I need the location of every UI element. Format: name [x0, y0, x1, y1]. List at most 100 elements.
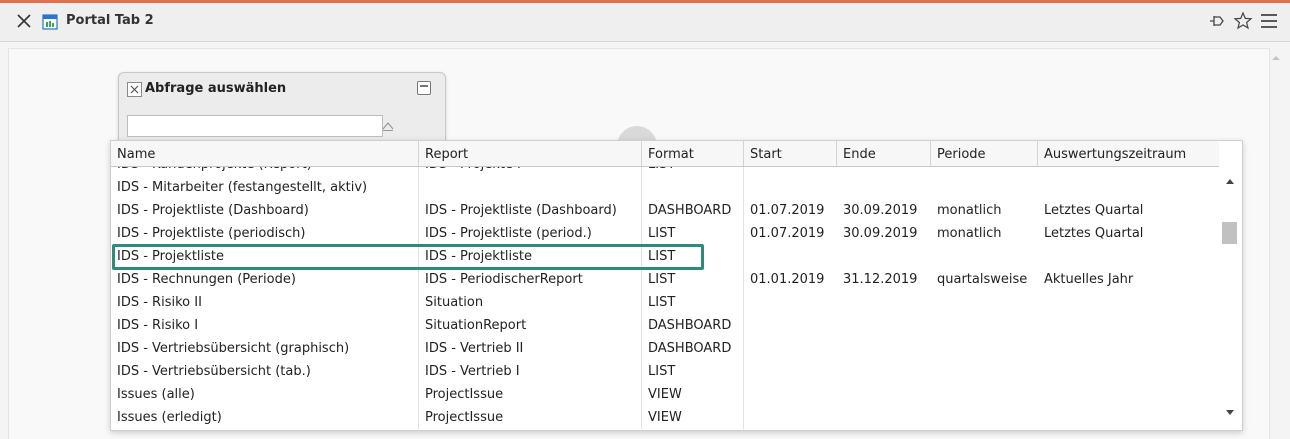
column-header-report[interactable]: Report [419, 141, 642, 166]
cell-name: IDS - Risiko I [111, 314, 419, 337]
title-bar: Portal Tab 2 [0, 3, 1290, 42]
cell-name: Issues (erledigt) [111, 406, 419, 429]
cell-periode: monatlich [937, 203, 1002, 218]
cell-name: IDS - Mitarbeiter (festangestellt, aktiv… [111, 176, 419, 199]
minimize-icon[interactable] [417, 81, 431, 95]
cell-ende: 30.09.2019 [843, 226, 918, 241]
cell-start [744, 383, 837, 406]
pin-icon[interactable] [1206, 9, 1228, 33]
cell-start: 01.07.2019 [750, 226, 825, 241]
cell-ende [837, 406, 931, 429]
cell-ende: 30.09.2019 [843, 203, 918, 218]
cell-name: IDS - Vertriebsübersicht (graphisch) [111, 337, 419, 360]
cell-periode [931, 176, 1038, 199]
dropdown-scrollbar[interactable] [1219, 166, 1242, 430]
cell-format: DASHBOARD [642, 199, 744, 222]
cell-format: LIST [642, 268, 744, 291]
table-row-selected[interactable]: IDS - Projektliste IDS - Projektliste LI… [111, 245, 1219, 268]
table-header: Name Report Format Start Ende Periode Au… [111, 141, 1219, 167]
cell-auswertungszeitraum: Aktuelles Jahr [1044, 272, 1134, 287]
cell-report: SituationReport [419, 314, 642, 337]
table-row[interactable]: IDS - Projektliste (Dashboard) IDS - Pro… [111, 199, 1219, 222]
table-row[interactable]: IDS - Risiko I SituationReport DASHBOARD [111, 314, 1219, 337]
chevron-up-icon[interactable] [381, 120, 395, 132]
cell-format [642, 176, 744, 199]
cell-auswertungszeitraum [1038, 337, 1219, 360]
scroll-up-icon[interactable] [1225, 174, 1235, 184]
table-row[interactable]: Issues (erledigt) ProjectIssue VIEW [111, 406, 1219, 429]
cell-format: LIST [642, 222, 744, 245]
cell-start [744, 314, 837, 337]
cell-auswertungszeitraum [1038, 406, 1219, 429]
cell-report: ProjectIssue [419, 406, 642, 429]
cell-periode [931, 291, 1038, 314]
cell-periode: monatlich [937, 226, 1002, 241]
cell-report: IDS - Projektliste (period.) [419, 222, 642, 245]
cell-periode [931, 337, 1038, 360]
cell-auswertungszeitraum: Letztes Quartal [1044, 203, 1144, 218]
cell-start [744, 337, 837, 360]
cell-ende [837, 314, 931, 337]
table-row[interactable]: Issues (alle) ProjectIssue VIEW [111, 383, 1219, 406]
cell-ende [837, 383, 931, 406]
query-dropdown: IDS - Kundenprojekte (Report) IDS - Proj… [110, 140, 1243, 431]
cell-report: IDS - Vertrieb I [419, 360, 642, 383]
scroll-up-icon[interactable] [1270, 52, 1282, 64]
cell-name: IDS - Rechnungen (Periode) [111, 268, 419, 291]
cell-name: Issues (alle) [111, 383, 419, 406]
column-header-ende[interactable]: Ende [837, 141, 931, 166]
cell-name: IDS - Projektliste [111, 245, 419, 268]
cell-start [744, 245, 837, 268]
tab-icon [42, 14, 58, 30]
cell-periode [931, 360, 1038, 383]
cell-ende [837, 176, 931, 199]
cell-ende [837, 360, 931, 383]
column-header-periode[interactable]: Periode [931, 141, 1038, 166]
table-row[interactable]: IDS - Rechnungen (Periode) IDS - Periodi… [111, 268, 1219, 291]
cell-auswertungszeitraum [1038, 291, 1219, 314]
cell-format: LIST [642, 291, 744, 314]
scrollbar-thumb[interactable] [1222, 222, 1237, 244]
cell-name: IDS - Projektliste (Dashboard) [111, 199, 419, 222]
query-search-input[interactable] [127, 115, 383, 137]
cell-auswertungszeitraum [1038, 245, 1219, 268]
cell-name: IDS - Risiko II [111, 291, 419, 314]
table-row[interactable]: IDS - Vertriebsübersicht (tab.) IDS - Ve… [111, 360, 1219, 383]
query-panel-title: Abfrage auswählen [145, 81, 287, 96]
cell-format: LIST [642, 360, 744, 383]
cell-auswertungszeitraum [1038, 383, 1219, 406]
table-row[interactable]: IDS - Risiko II Situation LIST [111, 291, 1219, 314]
cell-ende: 31.12.2019 [843, 272, 918, 287]
close-icon[interactable] [127, 82, 142, 97]
cell-periode [931, 245, 1038, 268]
table-row[interactable]: IDS - Mitarbeiter (festangestellt, aktiv… [111, 176, 1219, 199]
star-icon[interactable] [1232, 9, 1254, 33]
column-header-format[interactable]: Format [642, 141, 744, 166]
cell-start: 01.07.2019 [750, 203, 825, 218]
column-header-start[interactable]: Start [744, 141, 837, 166]
scroll-down-icon[interactable] [1225, 406, 1235, 415]
window-title: Portal Tab 2 [66, 13, 154, 28]
dropdown-list: IDS - Kundenprojekte (Report) IDS - Proj… [111, 141, 1219, 430]
cell-start [744, 291, 837, 314]
cell-start [744, 360, 837, 383]
cell-start: 01.01.2019 [750, 272, 825, 287]
cell-auswertungszeitraum [1038, 360, 1219, 383]
cell-name: IDS - Projektliste (periodisch) [111, 222, 419, 245]
cell-periode [931, 314, 1038, 337]
cell-ende [837, 245, 931, 268]
cell-format: DASHBOARD [642, 314, 744, 337]
cell-auswertungszeitraum [1038, 314, 1219, 337]
close-icon[interactable] [14, 11, 34, 31]
table-row[interactable]: IDS - Projektliste (periodisch) IDS - Pr… [111, 222, 1219, 245]
cell-ende [837, 337, 931, 360]
cell-periode [931, 406, 1038, 429]
menu-icon[interactable] [1258, 9, 1280, 33]
cell-report: ProjectIssue [419, 383, 642, 406]
cell-format: LIST [642, 245, 744, 268]
cell-start [744, 176, 837, 199]
table-row[interactable]: IDS - Vertriebsübersicht (graphisch) IDS… [111, 337, 1219, 360]
column-header-auswertungszeitraum[interactable]: Auswertungszeitraum [1038, 141, 1219, 166]
cell-auswertungszeitraum: Letztes Quartal [1044, 226, 1144, 241]
column-header-name[interactable]: Name [111, 141, 419, 166]
